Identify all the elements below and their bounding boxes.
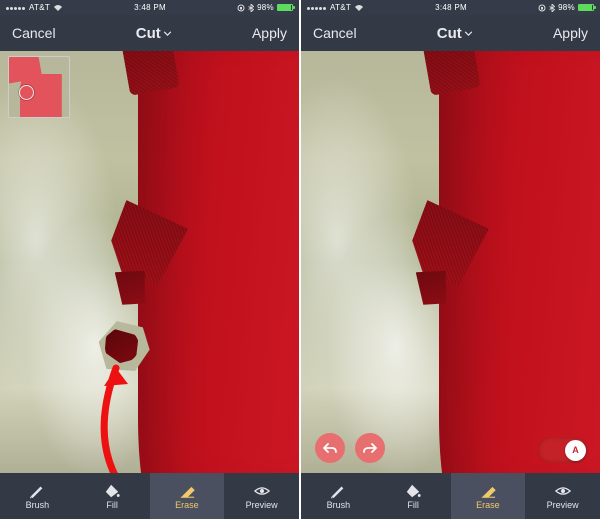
cancel-button[interactable]: Cancel <box>12 25 56 41</box>
status-left: AT&T <box>6 3 63 12</box>
tool-erase-label: Erase <box>175 501 199 510</box>
bluetooth-icon <box>549 4 555 12</box>
nav-title[interactable]: Cut <box>437 25 473 42</box>
carrier-label: AT&T <box>330 3 351 12</box>
apply-button[interactable]: Apply <box>252 25 287 41</box>
redo-icon <box>362 442 378 454</box>
navigator-preview[interactable] <box>8 56 70 118</box>
edit-canvas[interactable] <box>301 51 600 473</box>
tool-erase-label: Erase <box>476 501 500 510</box>
tool-preview[interactable]: Preview <box>224 473 299 519</box>
fill-icon <box>103 483 121 499</box>
tool-brush-label: Brush <box>327 501 351 510</box>
status-bar: AT&T 3:48 PM 98% <box>0 0 299 15</box>
carrier-label: AT&T <box>29 3 50 12</box>
preview-icon <box>554 483 572 499</box>
chevron-down-icon <box>163 31 172 36</box>
undo-icon <box>322 442 338 454</box>
nav-bar: Cancel Cut Apply <box>0 15 299 51</box>
left-screenshot: AT&T 3:48 PM 98% Cancel Cut Apply <box>0 0 301 519</box>
battery-pct: 98% <box>257 3 274 12</box>
signal-dots-icon <box>307 3 327 12</box>
redo-button[interactable] <box>355 433 385 463</box>
right-screenshot: AT&T 3:48 PM 98% Cancel Cut Apply <box>301 0 600 519</box>
tool-preview-label: Preview <box>246 501 278 510</box>
nav-title-text: Cut <box>437 25 462 42</box>
tool-brush[interactable]: Brush <box>301 473 376 519</box>
battery-pct: 98% <box>558 3 575 12</box>
status-time: 3:48 PM <box>134 3 166 12</box>
auto-toggle[interactable]: A <box>538 437 588 463</box>
status-right: 98% <box>237 3 293 12</box>
wifi-icon <box>354 4 364 12</box>
bluetooth-icon <box>248 4 254 12</box>
bottom-toolbar: Brush Fill Erase Preview <box>301 473 600 519</box>
signal-dots-icon <box>6 3 26 12</box>
undo-button[interactable] <box>315 433 345 463</box>
status-time: 3:48 PM <box>435 3 467 12</box>
tool-erase[interactable]: Erase <box>150 473 225 519</box>
fill-icon <box>404 483 422 499</box>
tool-brush[interactable]: Brush <box>0 473 75 519</box>
rotation-lock-icon <box>237 4 245 12</box>
tool-fill-label: Fill <box>407 501 419 510</box>
tool-preview[interactable]: Preview <box>525 473 600 519</box>
nav-bar: Cancel Cut Apply <box>301 15 600 51</box>
wifi-icon <box>53 4 63 12</box>
nav-title-text: Cut <box>136 25 161 42</box>
tool-erase[interactable]: Erase <box>451 473 526 519</box>
cancel-button[interactable]: Cancel <box>313 25 357 41</box>
battery-icon <box>578 4 594 11</box>
toggle-knob: A <box>565 440 586 461</box>
tool-fill[interactable]: Fill <box>376 473 451 519</box>
status-left: AT&T <box>307 3 364 12</box>
apply-button[interactable]: Apply <box>553 25 588 41</box>
rotation-lock-icon <box>538 4 546 12</box>
tool-brush-label: Brush <box>26 501 50 510</box>
nav-title[interactable]: Cut <box>136 25 172 42</box>
bottom-toolbar: Brush Fill Erase Preview <box>0 473 299 519</box>
undo-redo-group <box>315 433 385 463</box>
brush-icon <box>28 483 46 499</box>
battery-icon <box>277 4 293 11</box>
status-right: 98% <box>538 3 594 12</box>
preview-icon <box>253 483 271 499</box>
erase-icon <box>479 483 497 499</box>
chevron-down-icon <box>464 31 473 36</box>
brush-icon <box>329 483 347 499</box>
tool-preview-label: Preview <box>547 501 579 510</box>
status-bar: AT&T 3:48 PM 98% <box>301 0 600 15</box>
toggle-label: A <box>572 445 579 455</box>
tool-fill-label: Fill <box>106 501 118 510</box>
erase-icon <box>178 483 196 499</box>
brush-cursor-icon <box>19 85 34 100</box>
tool-fill[interactable]: Fill <box>75 473 150 519</box>
